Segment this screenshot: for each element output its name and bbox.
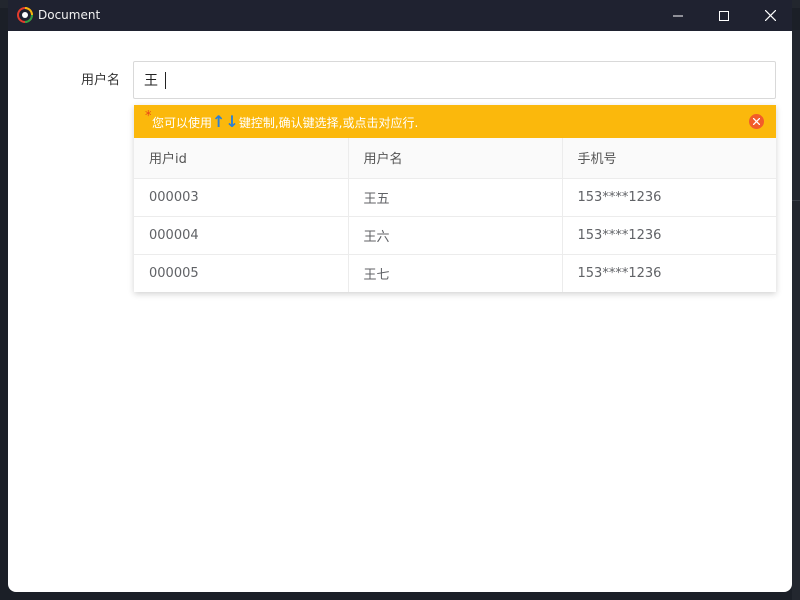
- minimize-icon: [673, 15, 683, 16]
- arrow-up-icon: ↑: [212, 112, 226, 131]
- hint-text-before: 您可以使用: [152, 116, 213, 130]
- username-input[interactable]: [133, 61, 776, 99]
- cell-username: 王六: [348, 216, 563, 255]
- close-circle-icon: [753, 118, 760, 125]
- page-content: 用户名 * 您可以使用↑↓键控制,确认键选择,或点击对应行. 用户id 用户名 …: [8, 31, 792, 592]
- required-star: *: [145, 109, 152, 124]
- app-window: Document 用户名 * 您可以使用↑↓键控制,确认键选择,或点击对应行.: [8, 0, 792, 592]
- app-logo-icon: [17, 7, 33, 23]
- table-row[interactable]: 000003 王五 153****1236: [134, 178, 776, 217]
- table-header-row: 用户id 用户名 手机号: [134, 138, 776, 179]
- background-editor-edge: [792, 30, 800, 600]
- text-caret: [165, 72, 166, 89]
- table-row[interactable]: 000004 王六 153****1236: [134, 216, 776, 255]
- cell-username: 王五: [348, 178, 563, 217]
- arrow-down-icon: ↓: [225, 112, 239, 131]
- title-bar[interactable]: Document: [8, 0, 792, 31]
- maximize-icon: [719, 10, 729, 21]
- cell-user-id: 000003: [134, 178, 349, 217]
- cell-phone: 153****1236: [562, 178, 776, 217]
- close-window-button[interactable]: [747, 0, 792, 31]
- username-label: 用户名: [80, 73, 120, 88]
- cell-username: 王七: [348, 254, 563, 292]
- window-title: Document: [38, 8, 101, 22]
- minimize-button[interactable]: [655, 0, 701, 31]
- column-header-phone: 手机号: [562, 138, 776, 179]
- hint-bar: * 您可以使用↑↓键控制,确认键选择,或点击对应行.: [134, 105, 776, 138]
- results-table: 用户id 用户名 手机号 000003 王五 153****1236 00000…: [134, 138, 776, 292]
- column-header-user-id: 用户id: [134, 138, 349, 179]
- maximize-button[interactable]: [701, 0, 747, 31]
- cell-phone: 153****1236: [577, 265, 662, 281]
- cell-user-id: 000005: [134, 254, 349, 292]
- column-header-username: 用户名: [348, 138, 563, 179]
- background-divider: [792, 200, 800, 201]
- cell-user-id: 000004: [134, 216, 349, 255]
- close-icon: [764, 10, 776, 21]
- hint-close-button[interactable]: [749, 114, 764, 129]
- cell-phone: 153****1236: [562, 216, 776, 255]
- hint-text-after: 键控制,确认键选择,或点击对应行.: [238, 116, 419, 130]
- autocomplete-dropdown: * 您可以使用↑↓键控制,确认键选择,或点击对应行. 用户id 用户名 手机号: [134, 105, 776, 292]
- table-row[interactable]: 000005 王七 153****1236: [134, 254, 776, 292]
